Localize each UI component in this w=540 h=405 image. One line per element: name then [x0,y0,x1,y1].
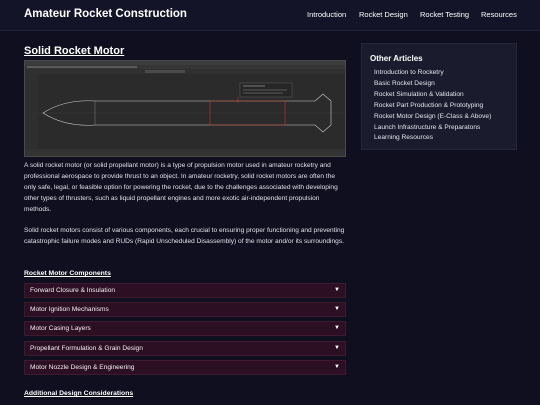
cad-screenshot-drawing [25,61,345,156]
article-link-simulation[interactable]: Rocket Simulation & Validation [374,90,491,101]
cad-screenshot-image [24,60,346,157]
other-articles-sidebar: Other Articles Introduction to Rocketry … [361,43,517,150]
article-link-resources[interactable]: Learning Resources [374,133,491,144]
article-list: Introduction to Rocketry Basic Rocket De… [374,68,491,144]
article-link-basic-design[interactable]: Basic Rocket Design [374,79,491,90]
sidebar-title: Other Articles [370,54,423,63]
nav-link-resources[interactable]: Resources [481,10,517,19]
components-paragraph: Solid rocket motors consist of various c… [24,227,345,245]
caret-down-icon: ▼ [334,287,340,293]
site-header: Amateur Rocket Construction Introduction… [0,0,540,31]
site-title[interactable]: Amateur Rocket Construction [24,8,187,20]
article-link-motor-design[interactable]: Rocket Motor Design (E-Class & Above) [374,112,491,123]
caret-down-icon: ▼ [334,306,340,312]
accordion-label: Motor Ignition Mechanisms [30,306,109,313]
caret-down-icon: ▼ [334,364,340,370]
accordion-label: Motor Casing Layers [30,325,91,332]
accordion-label: Motor Nozzle Design & Engineering [30,364,135,371]
accordion-motor-casing[interactable]: Motor Casing Layers ▼ [24,321,346,336]
page-title: Solid Rocket Motor [24,45,125,57]
intro-paragraph: A solid rocket motor (or solid propellan… [24,162,338,213]
article-link-production[interactable]: Rocket Part Production & Prototyping [374,101,491,112]
components-heading: Rocket Motor Components [24,270,111,277]
additional-considerations-heading: Additional Design Considerations [24,390,134,397]
caret-down-icon: ▼ [334,325,340,331]
accordion-forward-closure[interactable]: Forward Closure & Insulation ▼ [24,283,346,298]
accordion-label: Propellant Formulation & Grain Design [30,345,143,352]
accordion-motor-ignition[interactable]: Motor Ignition Mechanisms ▼ [24,302,346,317]
nav-link-rocket-testing[interactable]: Rocket Testing [420,10,469,19]
article-link-intro[interactable]: Introduction to Rocketry [374,68,491,79]
article-link-launch[interactable]: Launch Infrastructure & Preparatons [374,123,491,134]
accordion-nozzle[interactable]: Motor Nozzle Design & Engineering ▼ [24,360,346,375]
accordion-label: Forward Closure & Insulation [30,287,116,294]
caret-down-icon: ▼ [334,345,340,351]
nav-link-rocket-design[interactable]: Rocket Design [359,10,408,19]
accordion-propellant[interactable]: Propellant Formulation & Grain Design ▼ [24,341,346,356]
nav-link-introduction[interactable]: Introduction [307,10,346,19]
